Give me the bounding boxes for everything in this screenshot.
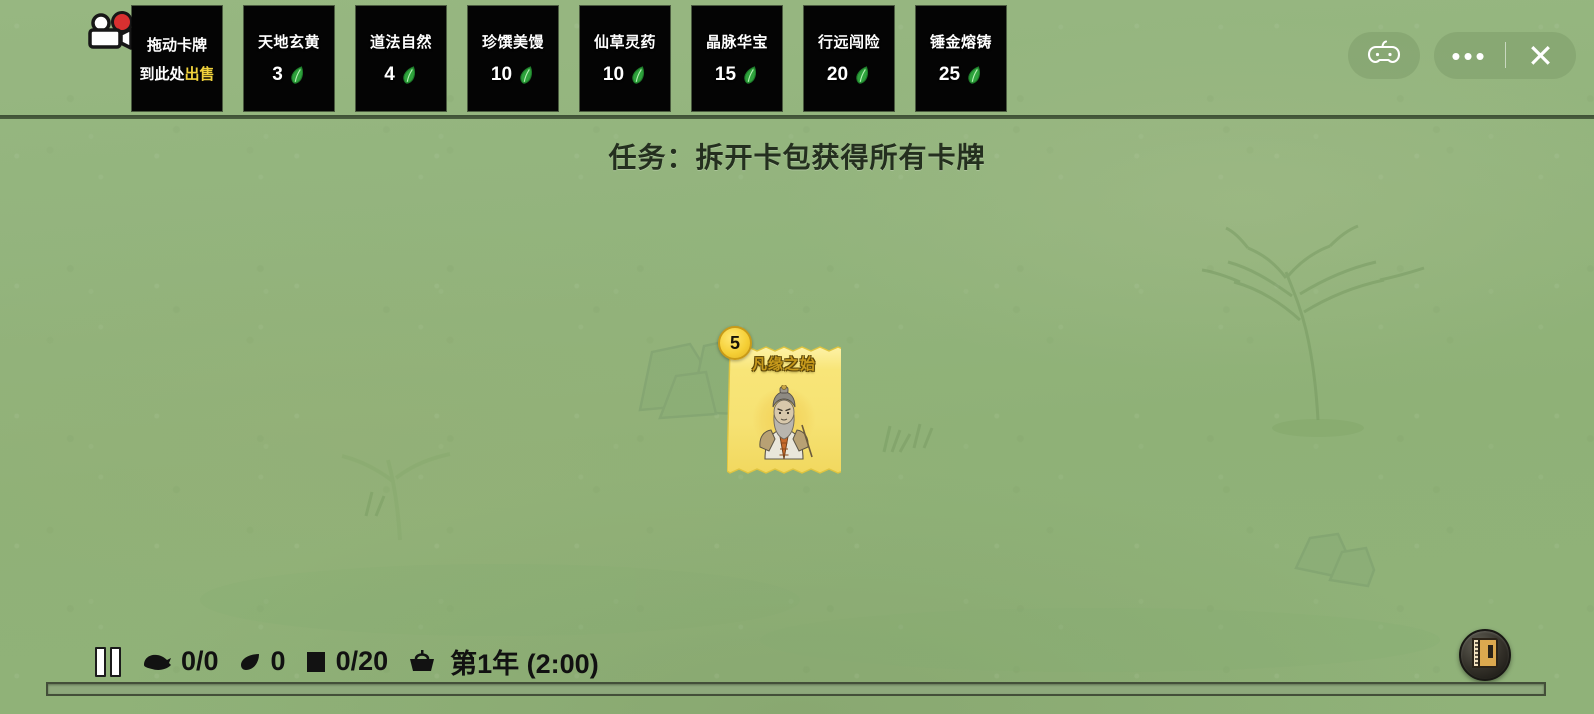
sell-line-2-highlight: 出售 <box>184 65 215 83</box>
pack-price-value: 15 <box>714 64 737 85</box>
pack-price-value: 3 <box>272 64 283 85</box>
pack-name: 行远闯险 <box>817 34 880 51</box>
storage-value: 0/20 <box>335 646 389 676</box>
shop-pack-5[interactable]: 行远闯险 20 <box>804 6 894 111</box>
mission-text: 任务：拆开卡包获得所有卡牌 <box>608 142 986 173</box>
leaf-icon <box>398 64 420 86</box>
journal-button[interactable] <box>1459 629 1511 681</box>
pack-price: 3 <box>272 64 306 86</box>
shop-pack-6[interactable]: 锤金熔铸 25 <box>916 6 1006 111</box>
leaf-icon <box>238 651 262 673</box>
pack-price-value: 10 <box>490 64 513 85</box>
shop-card-strip: 拖动卡牌 到此处出售 天地玄黄 3 道法自然 4 珍馔美馒 10 仙草灵药 10… <box>132 6 1006 114</box>
sell-line-1: 拖动卡牌 <box>146 36 207 54</box>
status-bar: 0/0 0 0/20 第1年 (2:00) <box>95 642 599 681</box>
pack-name: 晶脉华宝 <box>705 34 768 51</box>
pack-price-value: 4 <box>384 64 395 85</box>
shop-pack-3[interactable]: 仙草灵药 10 <box>580 6 670 111</box>
sage-elder-portrait-icon <box>745 384 823 463</box>
time-value: 第1年 (2:00) <box>450 649 599 679</box>
population-value: 0/0 <box>181 646 219 676</box>
more-icon: ••• <box>1451 40 1488 71</box>
pack-price: 25 <box>939 64 983 86</box>
pack-price: 4 <box>384 64 418 86</box>
close-icon: ✕ <box>1527 37 1554 74</box>
pause-button[interactable] <box>95 646 121 677</box>
sell-dropzone[interactable]: 拖动卡牌 到此处出售 <box>132 6 222 111</box>
pack-name: 仙草灵药 <box>593 34 656 51</box>
card-surface: 凡缘之始 <box>727 341 841 479</box>
creature-icon <box>142 651 172 673</box>
pack-name: 珍馔美馒 <box>481 34 544 51</box>
window-controls: ••• ✕ <box>1348 32 1576 79</box>
pack-price-value: 25 <box>938 64 961 85</box>
shop-pack-0[interactable]: 天地玄黄 3 <box>244 6 334 111</box>
pack-name: 道法自然 <box>369 34 432 51</box>
board-card[interactable]: 凡缘之始 5 <box>718 326 841 485</box>
sell-line-2: 到此处出售 <box>139 63 214 84</box>
pack-price: 15 <box>715 64 759 86</box>
progress-bar[interactable] <box>46 682 1546 696</box>
pack-price-value: 20 <box>826 64 849 85</box>
crate-icon <box>305 650 327 674</box>
shop-pack-2[interactable]: 珍馔美馒 10 <box>468 6 558 111</box>
top-bar-divider <box>0 115 1594 119</box>
gamepad-button[interactable] <box>1348 32 1420 79</box>
leaf-icon <box>852 64 874 86</box>
close-button[interactable]: ✕ <box>1505 32 1576 79</box>
pause-icon <box>95 646 121 677</box>
pack-price: 10 <box>603 64 647 86</box>
pack-price-value: 10 <box>602 64 625 85</box>
window-menu-pill: ••• ✕ <box>1434 32 1576 79</box>
leaf-icon <box>964 64 986 86</box>
leaf-icon <box>628 64 650 86</box>
shop-pack-4[interactable]: 晶脉华宝 15 <box>692 6 782 111</box>
shop-pack-1[interactable]: 道法自然 4 <box>356 6 446 111</box>
top-shop-bar: 拖动卡牌 到此处出售 天地玄黄 3 道法自然 4 珍馔美馒 10 仙草灵药 10… <box>0 0 1594 118</box>
card-count-badge: 5 <box>718 326 752 360</box>
leaf-icon <box>286 64 308 86</box>
game-screen: 拖动卡牌 到此处出售 天地玄黄 3 道法自然 4 珍馔美馒 10 仙草灵药 10… <box>0 0 1594 714</box>
gamepad-icon <box>1367 40 1401 71</box>
journal-icon <box>1470 637 1500 674</box>
pack-name: 锤金熔铸 <box>929 34 992 51</box>
more-options-button[interactable]: ••• <box>1434 32 1505 79</box>
pack-name: 天地玄黄 <box>257 34 320 51</box>
pill-divider <box>1505 42 1506 68</box>
leaf-icon <box>516 64 538 86</box>
pack-price: 20 <box>827 64 871 86</box>
sell-line-2-prefix: 到此处 <box>139 65 185 83</box>
leaf-icon <box>740 64 762 86</box>
pack-price: 10 <box>491 64 535 86</box>
video-record-icon[interactable] <box>84 10 136 56</box>
basket-icon <box>407 649 437 674</box>
leaves-value: 0 <box>270 646 286 676</box>
